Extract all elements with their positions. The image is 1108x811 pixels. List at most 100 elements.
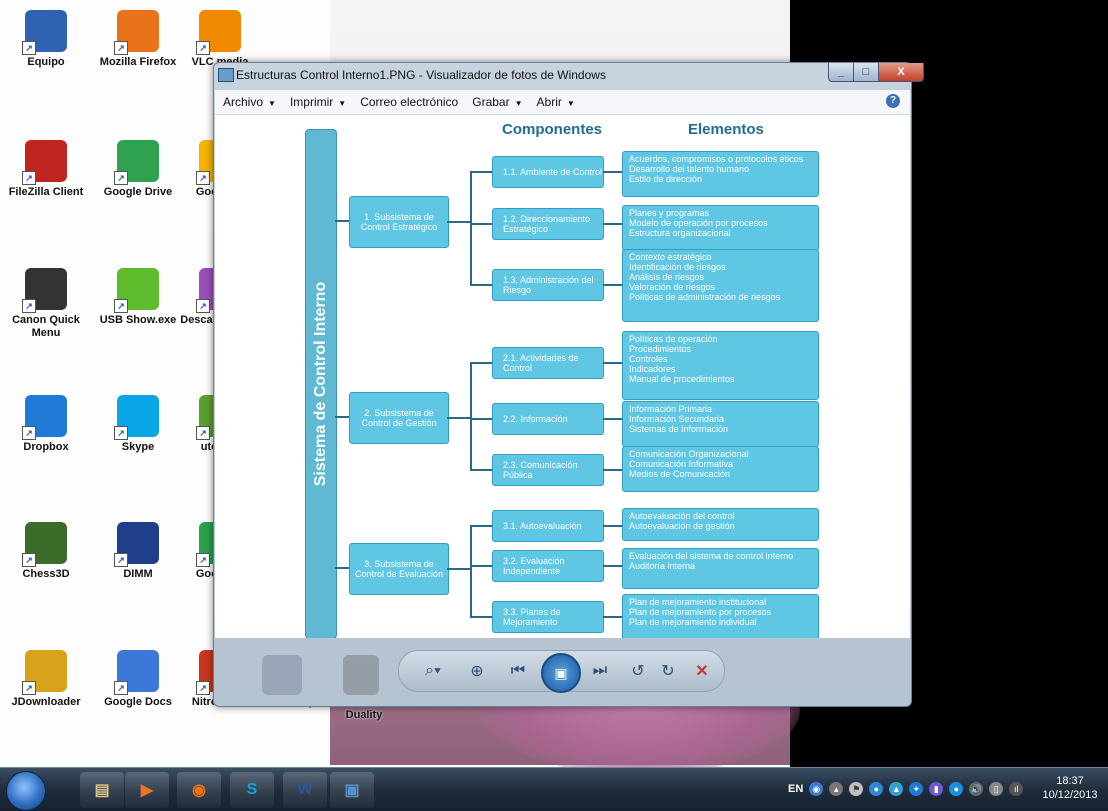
connector-line: [470, 171, 492, 173]
diagram-header-elements: Elementos: [688, 121, 764, 138]
clock[interactable]: 18:37 10/12/2013: [1040, 774, 1100, 802]
connector-line: [470, 525, 492, 527]
elements-box: Planes y programas Modelo de operación po…: [622, 205, 819, 251]
connector-line: [470, 525, 472, 618]
next-button[interactable]: ⏭: [585, 660, 615, 682]
connector-line: [603, 362, 623, 364]
desktop-icon-google-drive[interactable]: ↗ Google Drive: [92, 140, 184, 199]
tray-sync-icon[interactable]: ●: [869, 782, 884, 796]
connector-line: [335, 220, 349, 222]
taskbar-photo-viewer-button[interactable]: ▣: [330, 772, 374, 808]
battery-icon[interactable]: ▯: [989, 782, 1004, 796]
desktop-icon-firefox[interactable]: ↗ Mozilla Firefox: [92, 10, 184, 69]
menu-bar: Archivo ▼ Imprimir ▼ Correo electrónico Graba…: [215, 90, 910, 115]
element-item: Autoevaluación del control: [629, 511, 735, 521]
desktop-icon-label: Google Docs: [104, 696, 172, 708]
zoom-button[interactable]: ⌕▾: [419, 660, 447, 682]
menu-archivo[interactable]: Archivo ▼: [215, 95, 282, 109]
skype-icon: S: [246, 781, 258, 798]
dropbox-tray-icon[interactable]: ✦: [909, 782, 924, 796]
chevron-down-icon: ▼: [566, 99, 575, 108]
desktop-icon-chess[interactable]: ↗ Chess3D: [0, 522, 92, 581]
element-item: Políticas de administración de riesgos: [629, 292, 781, 302]
connector-line: [603, 616, 623, 618]
connector-line: [603, 284, 623, 286]
taskbar-skype-button[interactable]: S: [230, 772, 274, 808]
window-titlebar[interactable]: Estructuras Control Interno1.PNG - Visua…: [214, 63, 911, 89]
elements-box: Contexto estratégico Identificación de ri…: [622, 249, 819, 322]
connector-line: [470, 223, 492, 225]
network-signal-icon[interactable]: ıl: [1009, 782, 1024, 796]
help-icon[interactable]: ?: [886, 94, 900, 108]
component-box: 3.2. Evaluación Independiente: [492, 550, 604, 582]
taskbar-word-button[interactable]: W: [283, 772, 327, 808]
connector-line: [470, 616, 492, 618]
element-item: Valoración de riesgos: [629, 282, 715, 292]
actual-size-button[interactable]: ⊕: [465, 660, 489, 682]
desktop-icon-filezilla[interactable]: ↗ FileZilla Client: [0, 140, 92, 199]
desktop-icon-dropbox[interactable]: ↗ Dropbox: [0, 395, 92, 454]
start-button[interactable]: [6, 771, 46, 811]
action-center-flag-icon[interactable]: ⚑: [849, 782, 864, 796]
close-button[interactable]: X: [878, 63, 924, 82]
shortcut-arrow-icon: ↗: [196, 681, 210, 695]
element-item: Políticas de operación: [629, 334, 718, 344]
menu-correo-electronico[interactable]: Correo electrónico: [352, 95, 464, 109]
tray-drive-icon[interactable]: ▲: [889, 782, 904, 796]
media-player-icon: ▶: [140, 782, 154, 799]
connector-line: [470, 284, 492, 286]
desktop-icon-canon[interactable]: ↗ Canon Quick Menu: [0, 268, 92, 340]
menu-label: Grabar: [472, 95, 510, 109]
menu-label: Archivo: [223, 95, 264, 109]
element-item: Acuerdos, compromisos o protocolos ético…: [629, 154, 804, 164]
desktop-icon-usb-show[interactable]: ↗ USB Show.exe: [92, 268, 184, 327]
component-box: 2.2. Información: [492, 403, 604, 435]
tray-app-icon[interactable]: ◉: [809, 782, 824, 796]
component-box: 2.3. Comunicación Pública: [492, 454, 604, 486]
delete-button[interactable]: ✕: [691, 660, 713, 682]
minimize-button[interactable]: _: [828, 63, 854, 82]
element-item: Procedimientos: [629, 344, 692, 354]
skype-tray-icon[interactable]: ●: [949, 782, 964, 796]
desktop-icon-label: Skype: [121, 441, 155, 453]
element-item: Planes y programas: [629, 208, 710, 218]
taskbar-media-player-button[interactable]: ▶: [125, 772, 169, 808]
elements-box: Plan de mejoramiento institucional Plan d…: [622, 594, 819, 638]
shortcut-arrow-icon: ↗: [114, 681, 128, 695]
element-item: Modelo de operación por procesos: [629, 218, 768, 228]
taskbar-explorer-button[interactable]: ▤: [80, 772, 124, 808]
desktop-icon-label: Google Drive: [103, 186, 173, 198]
desktop-icon-jdownloader[interactable]: ↗ JDownloader: [0, 650, 92, 709]
window-title: Estructuras Control Interno1.PNG - Visua…: [236, 68, 606, 82]
jdownloader-icon: ↗: [22, 650, 67, 695]
menu-imprimir[interactable]: Imprimir ▼: [282, 95, 352, 109]
show-hidden-icons-icon[interactable]: ▴: [829, 782, 844, 796]
language-indicator[interactable]: EN: [788, 783, 803, 795]
component-box: 1.3. Administración del Riesgo: [492, 269, 604, 301]
menu-abrir[interactable]: Abrir ▼: [529, 95, 581, 109]
slideshow-button[interactable]: ▣: [541, 653, 581, 693]
rotate-clockwise-button[interactable]: ↻: [657, 660, 679, 682]
taskbar-firefox-button[interactable]: ◉: [177, 772, 221, 808]
desktop-icon-vlc[interactable]: ↗VLC media: [174, 10, 266, 69]
rotate-counterclockwise-button[interactable]: ↺: [627, 660, 649, 682]
previous-button[interactable]: ⏮: [503, 660, 533, 682]
desktop-icon-google-docs[interactable]: ↗ Google Docs: [92, 650, 184, 709]
tray-notification-icon[interactable]: ▮: [929, 782, 944, 796]
desktop-icon-sri[interactable]: ↗ DIMM: [92, 522, 184, 581]
menu-grabar[interactable]: Grabar ▼: [464, 95, 528, 109]
element-item: Comunicación Organizacional: [629, 449, 749, 459]
element-item: Plan de mejoramiento institucional: [629, 597, 767, 607]
element-item: Auditoría interna: [629, 561, 696, 571]
element-item: Información Secundaria: [629, 414, 725, 424]
desktop-icon-skype[interactable]: ↗ Skype: [92, 395, 184, 454]
photo-viewer-app-icon: [218, 68, 234, 82]
desktop-icon-computer[interactable]: ↗ Equipo: [0, 10, 92, 69]
desktop-icon-label: USB Show.exe: [99, 314, 177, 326]
canon-icon: ↗: [22, 268, 67, 313]
element-item: Manual de procedimientos: [629, 374, 735, 384]
maximize-button[interactable]: □: [853, 63, 879, 82]
component-box: 1.2. Direccionamiento Estratégico: [492, 208, 604, 240]
volume-icon[interactable]: 🔊: [969, 782, 984, 796]
diagram-header-components: Componentes: [502, 121, 603, 138]
